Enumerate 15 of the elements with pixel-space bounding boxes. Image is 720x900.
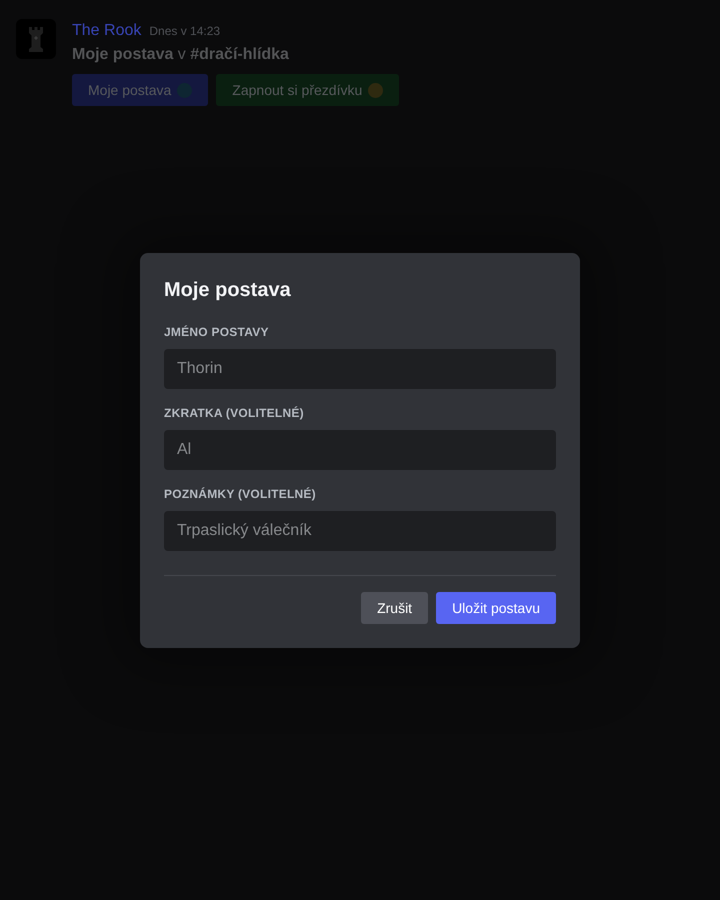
author-name[interactable]: The Rook bbox=[72, 20, 142, 42]
dialog-title: Moje postava bbox=[164, 278, 292, 302]
text-input[interactable]: Thorin bbox=[164, 348, 556, 388]
text-input[interactable]: Al bbox=[164, 430, 556, 470]
message-text: Moje postava v #dračí-hlídka bbox=[72, 45, 290, 65]
field-label: ZKRATKA (VOLITELNÉ) bbox=[164, 404, 305, 420]
message-action-button[interactable]: Moje postava bbox=[72, 74, 208, 106]
message-action-button[interactable]: Zapnout si přezdívku bbox=[216, 74, 400, 106]
field-label: JMÉNO POSTAVY bbox=[164, 324, 270, 340]
message-timestamp: Dnes v 14:23 bbox=[149, 24, 220, 38]
text-input[interactable]: Trpaslický válečník bbox=[164, 510, 556, 550]
cancel-button[interactable]: Zrušit bbox=[361, 592, 428, 624]
save-button[interactable]: Uložit postavu bbox=[436, 592, 556, 624]
field-label: POZNÁMKY (VOLITELNÉ) bbox=[164, 486, 317, 502]
rook-avatar-icon bbox=[16, 19, 56, 59]
